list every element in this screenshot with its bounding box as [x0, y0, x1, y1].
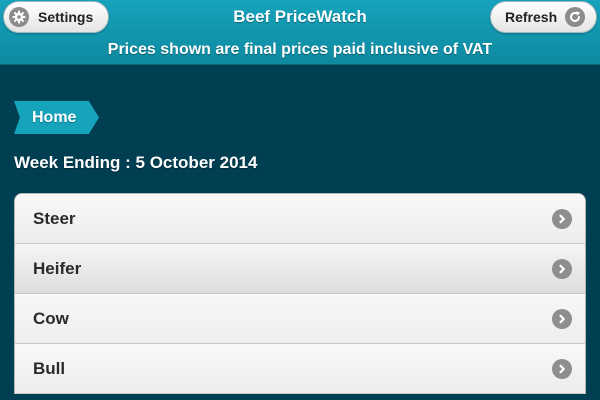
chevron-right-icon [552, 308, 572, 329]
header-bar: Settings Beef PriceWatch Refresh Prices … [0, 0, 600, 65]
list-item-label: Heifer [33, 258, 82, 278]
vat-notice: Prices shown are final prices paid inclu… [107, 41, 493, 58]
refresh-icon [565, 7, 586, 27]
list-item-heifer[interactable]: Heifer [15, 244, 585, 294]
list-item-bull[interactable]: Bull [15, 344, 585, 394]
list-item-cow[interactable]: Cow [15, 294, 585, 344]
chevron-right-icon [552, 258, 572, 279]
list-item-steer[interactable]: Steer [15, 194, 585, 244]
chevron-right-icon [552, 358, 572, 379]
list-item-label: Bull [33, 358, 66, 378]
refresh-label: Refresh [505, 9, 558, 25]
list-item-label: Cow [33, 308, 69, 328]
breadcrumb-home[interactable]: Home [14, 101, 99, 134]
week-ending-label: Week Ending : 5 October 2014 [14, 153, 258, 172]
chevron-right-icon [552, 208, 572, 229]
list-item-label: Steer [33, 208, 76, 228]
refresh-button[interactable]: Refresh [490, 1, 597, 33]
category-list: Steer Heifer Cow Bull [14, 193, 586, 394]
